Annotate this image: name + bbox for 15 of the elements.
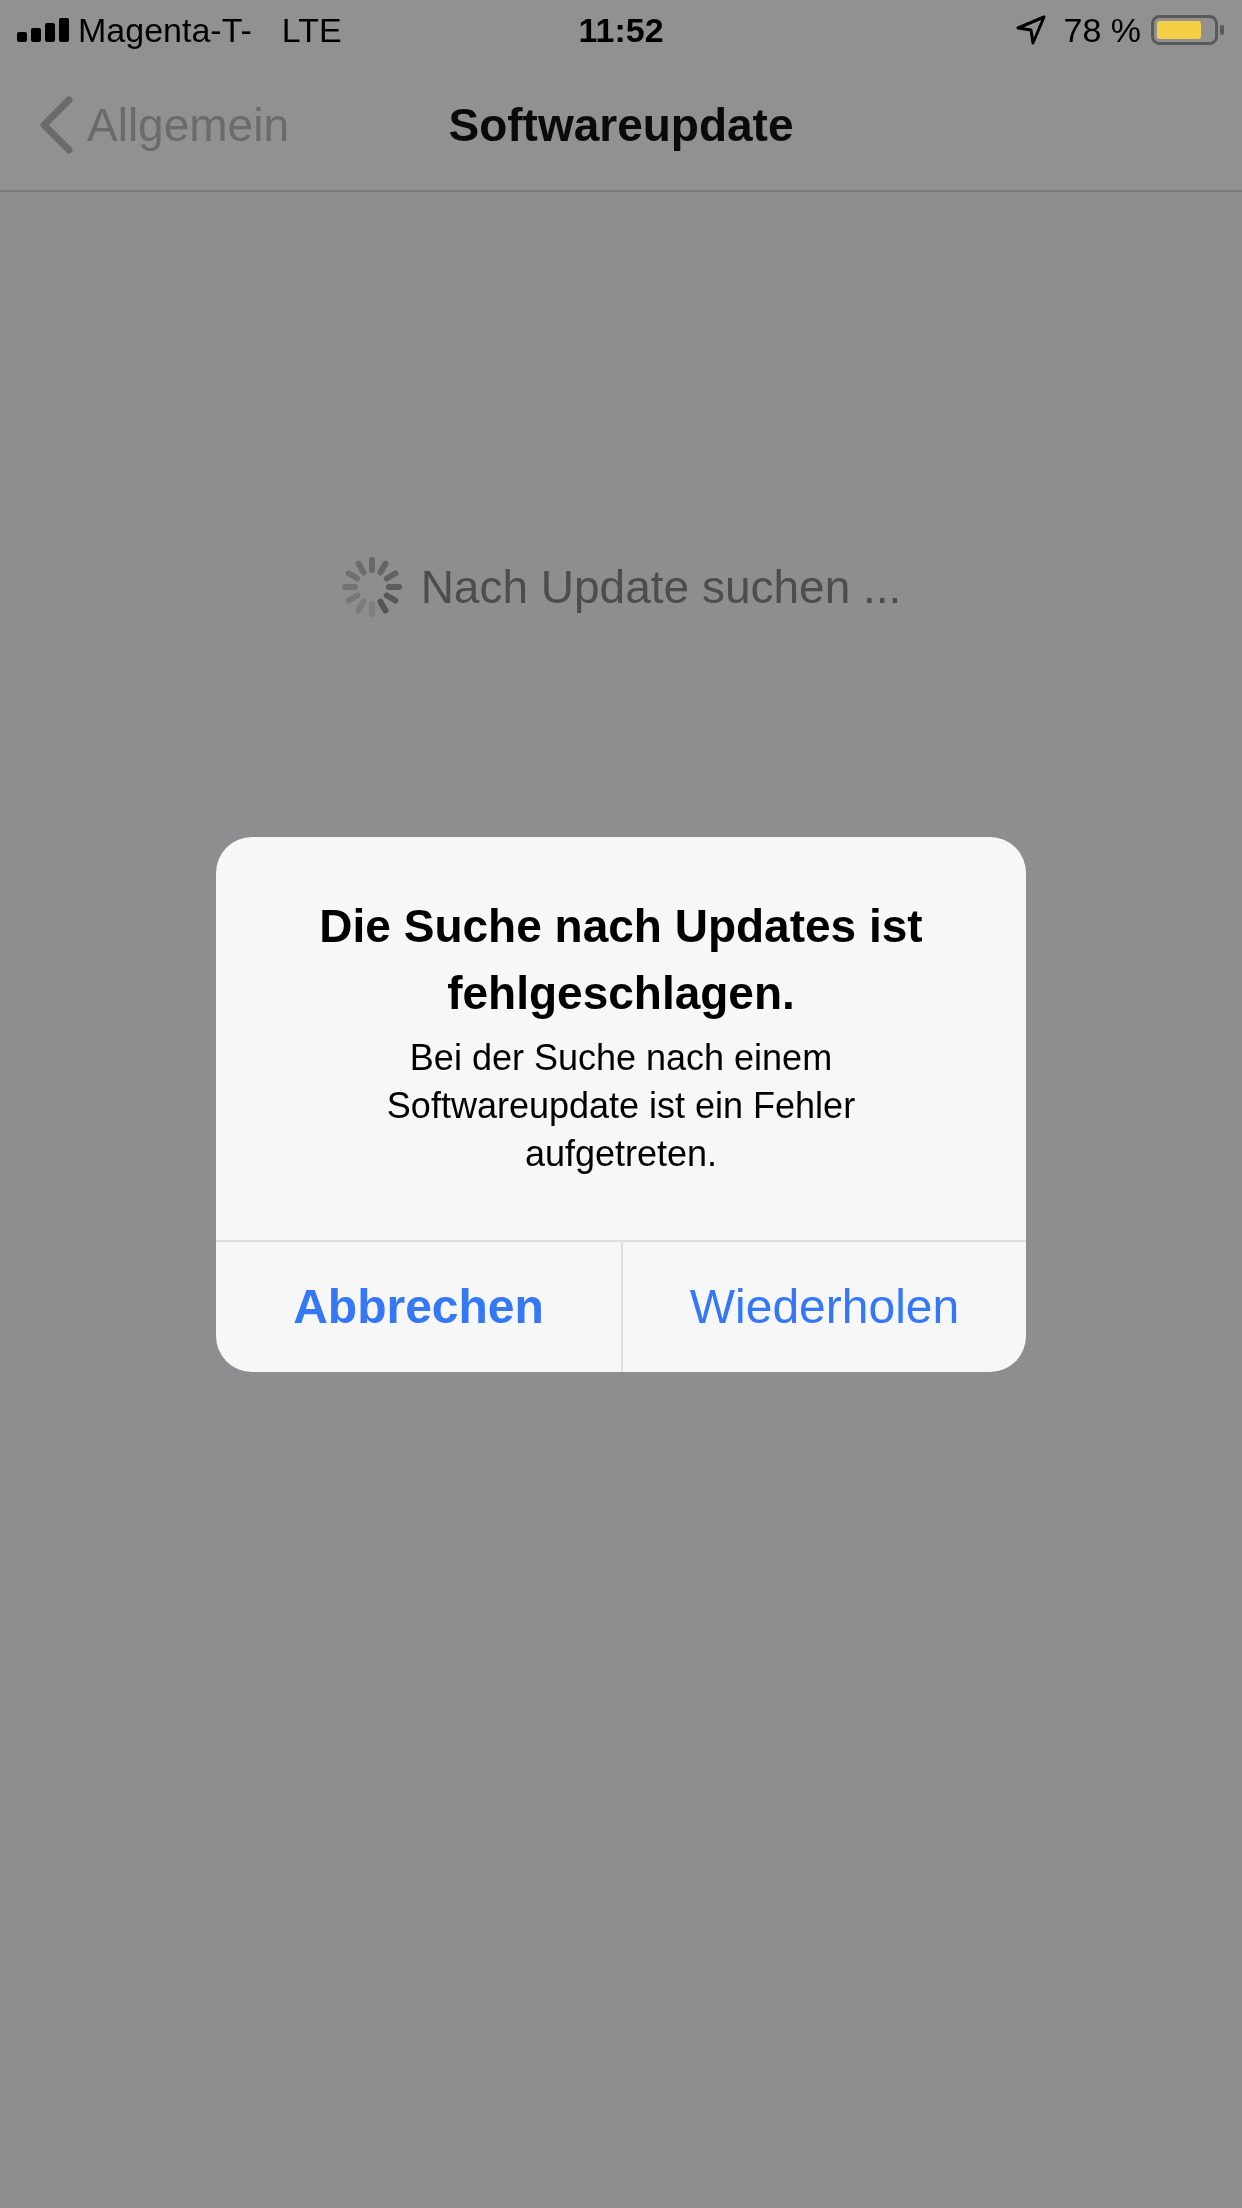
location-arrow-icon: [1015, 15, 1046, 45]
alert-title: Die Suche nach Updates ist fehlgeschlagen.: [318, 898, 924, 1021]
loading-spinner-icon: [340, 556, 403, 618]
carrier-name: Magenta-T-: [78, 10, 252, 50]
battery-icon: [1151, 15, 1225, 45]
page-title: Softwareupdate: [448, 98, 794, 153]
status-message: Nach Update suchen ...: [420, 560, 902, 615]
network-type: LTE: [281, 10, 342, 50]
signal-bars-icon: [17, 18, 69, 42]
alert-button[interactable]: Wiederholen: [621, 1241, 1026, 1372]
clock-time: 11:52: [578, 10, 664, 50]
alert-message: Bei der Suche nach einem Softwareupdate ist ein Fehler aufgetreten.: [385, 1035, 857, 1176]
alert-button[interactable]: Abbrechen: [216, 1241, 621, 1372]
chevron-left-icon: [39, 96, 73, 154]
battery-percentage: 78 %: [1063, 10, 1141, 50]
